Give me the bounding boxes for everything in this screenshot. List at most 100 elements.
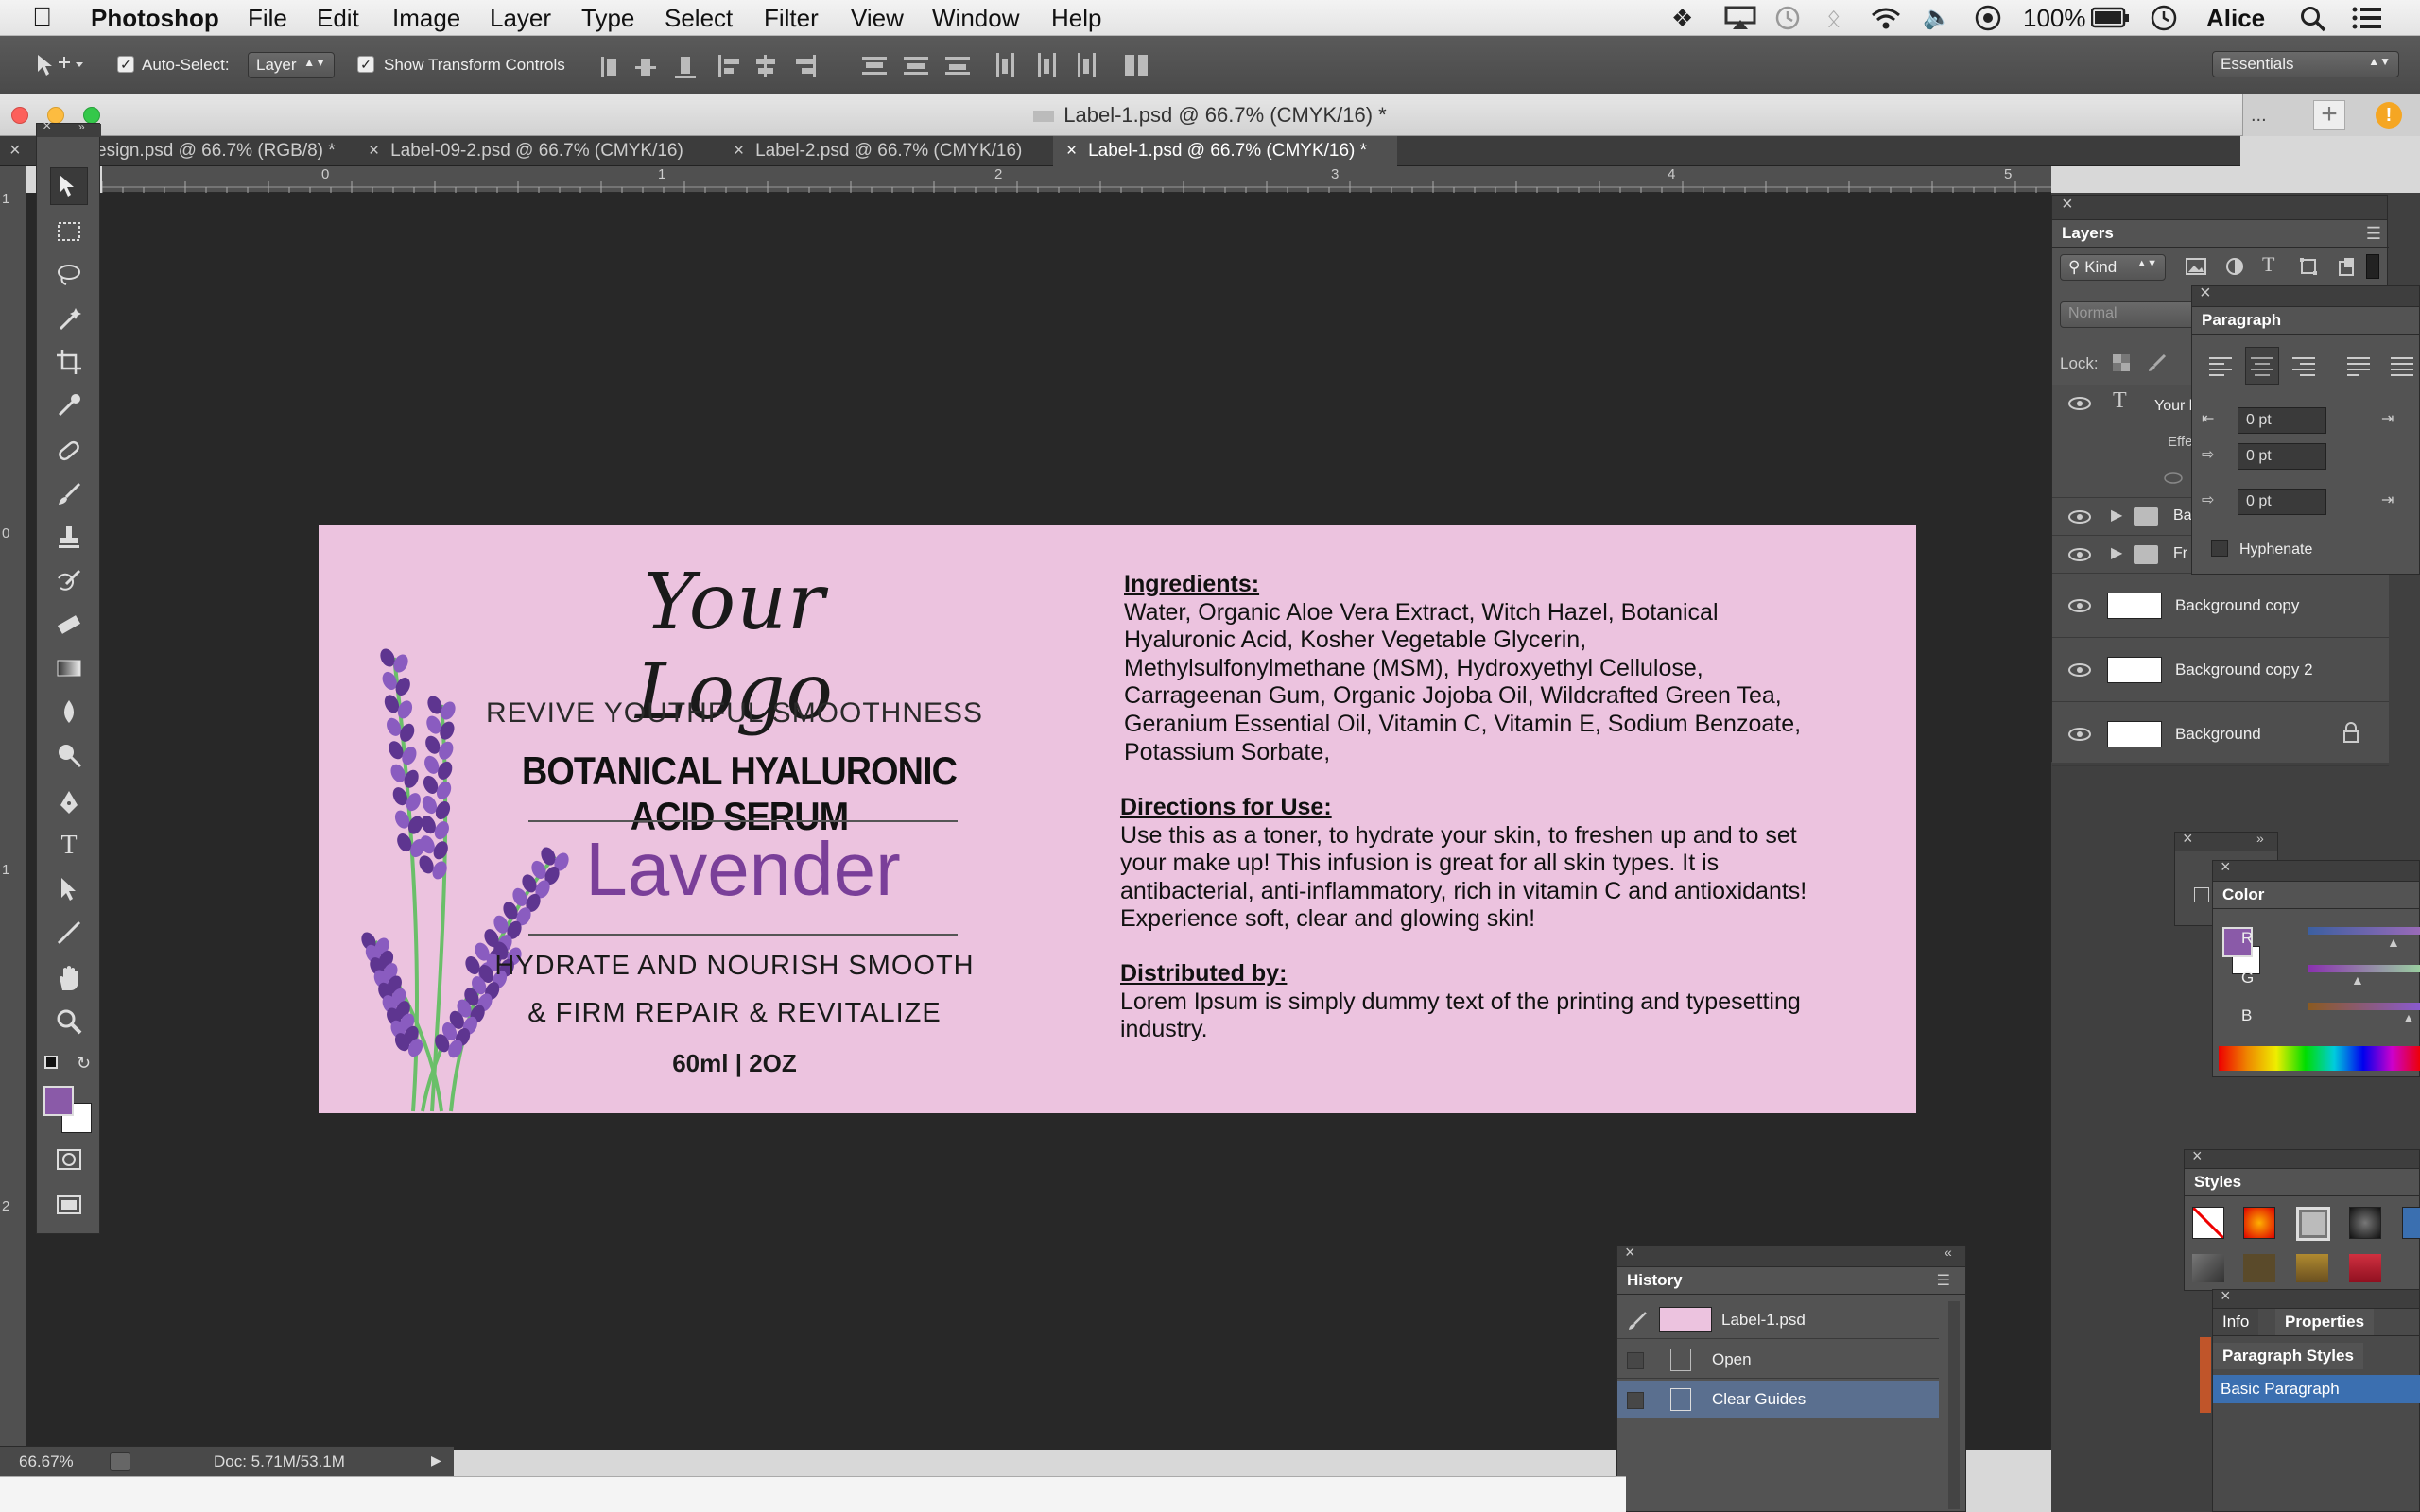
- visibility-eye-icon[interactable]: [2164, 470, 2183, 489]
- styles-tab[interactable]: Styles: [2185, 1169, 2252, 1195]
- style-swatch[interactable]: [2349, 1207, 2381, 1239]
- filter-image-icon[interactable]: [2185, 256, 2207, 282]
- history-item[interactable]: Open: [1617, 1341, 1939, 1379]
- color-tab[interactable]: Color: [2213, 882, 2274, 908]
- notification-center-icon[interactable]: [2352, 5, 2382, 38]
- spotlight-icon[interactable]: [2299, 5, 2327, 40]
- eraser-tool-icon[interactable]: [50, 606, 88, 644]
- history-tab[interactable]: History: [1617, 1267, 1692, 1294]
- close-icon[interactable]: ×: [1625, 1243, 1635, 1263]
- proof-icon[interactable]: [110, 1452, 130, 1471]
- auto-select-checkbox[interactable]: ✓: [117, 54, 134, 73]
- close-icon[interactable]: ×: [2221, 1286, 2231, 1306]
- tab-close-icon[interactable]: ×: [369, 141, 379, 161]
- blend-mode-dropdown[interactable]: Normal: [2060, 301, 2202, 328]
- layer-filter-dropdown[interactable]: ⚲ Kind ▲▼: [2060, 254, 2166, 281]
- hand-tool-icon[interactable]: [50, 959, 88, 997]
- history-snapshot-row[interactable]: Label-1.psd: [1617, 1301, 1939, 1339]
- zoom-window-button[interactable]: [83, 107, 100, 124]
- filter-smart-object-icon[interactable]: [2336, 256, 2357, 282]
- tab-label-1[interactable]: × Label-1.psd @ 66.7% (CMYK/16) *: [1053, 136, 1397, 166]
- style-swatch[interactable]: [2296, 1254, 2328, 1282]
- cloud-icon[interactable]: [1974, 4, 2002, 39]
- zoom-tool-icon[interactable]: [50, 1003, 88, 1040]
- color-spectrum-bar[interactable]: [2219, 1046, 2420, 1071]
- brush-tool-icon[interactable]: [50, 475, 88, 513]
- menu-help[interactable]: Help: [1051, 4, 1101, 33]
- app-name-menu[interactable]: Photoshop: [91, 4, 219, 33]
- collapse-icon[interactable]: »: [2256, 831, 2264, 846]
- wifi-icon[interactable]: [1870, 6, 1902, 37]
- menu-select[interactable]: Select: [665, 4, 733, 33]
- filter-toggle[interactable]: [2366, 254, 2379, 279]
- history-checkbox[interactable]: [1627, 1352, 1644, 1369]
- visibility-eye-icon[interactable]: [2067, 598, 2092, 618]
- move-tool-icon[interactable]: [50, 167, 88, 205]
- panel-menu-icon[interactable]: ☰: [2366, 224, 2381, 244]
- slider-handle-icon[interactable]: ▲: [2402, 1010, 2415, 1025]
- close-icon[interactable]: ×: [2062, 194, 2073, 215]
- dodge-tool-icon[interactable]: [50, 736, 88, 774]
- history-brush-icon[interactable]: [50, 562, 88, 600]
- style-swatch[interactable]: [2296, 1207, 2330, 1241]
- menu-edit[interactable]: Edit: [317, 4, 359, 33]
- pen-tool-icon[interactable]: [50, 783, 88, 821]
- type-tool-icon[interactable]: T: [50, 827, 88, 865]
- close-icon[interactable]: ×: [2221, 857, 2231, 877]
- menu-view[interactable]: View: [851, 4, 904, 33]
- style-swatch[interactable]: [2349, 1254, 2381, 1282]
- style-swatch[interactable]: [2402, 1207, 2420, 1239]
- layers-tab[interactable]: Layers: [2052, 220, 2123, 247]
- lasso-tool-icon[interactable]: [50, 256, 88, 294]
- close-window-button[interactable]: [11, 107, 28, 124]
- history-item-selected[interactable]: Clear Guides: [1617, 1381, 1939, 1418]
- tab-label-09-2[interactable]: × Label-09-2.psd @ 66.7% (CMYK/16): [355, 136, 717, 166]
- menu-file[interactable]: File: [248, 4, 287, 33]
- healing-brush-icon[interactable]: [50, 432, 88, 470]
- tab-esign[interactable]: esign.psd @ 66.7% (RGB/8) *: [83, 136, 350, 166]
- auto-select-dropdown[interactable]: Layer ▲▼: [248, 52, 335, 78]
- color-panel-icon[interactable]: [2194, 887, 2209, 902]
- layer-row[interactable]: Background: [2052, 702, 2389, 766]
- show-transform-checkbox[interactable]: ✓: [357, 54, 374, 73]
- move-tool-preset-icon[interactable]: [32, 51, 85, 84]
- space-before-input[interactable]: 0 pt: [2238, 489, 2326, 515]
- screen-mode-icon[interactable]: [50, 1186, 88, 1224]
- paragraph-tab[interactable]: Paragraph: [2192, 307, 2291, 334]
- tab-close-icon[interactable]: ×: [734, 141, 744, 161]
- dropbox-icon[interactable]: ❖: [1671, 4, 1693, 33]
- lock-pixels-icon[interactable]: [2147, 352, 2168, 378]
- layer-row[interactable]: Background copy 2: [2052, 638, 2389, 702]
- slider-handle-icon[interactable]: ▲: [2351, 972, 2364, 988]
- channel-b-slider[interactable]: [2308, 1003, 2420, 1010]
- menu-type[interactable]: Type: [581, 4, 634, 33]
- foreground-color-swatch[interactable]: [43, 1086, 74, 1116]
- workspace-switcher[interactable]: Essentials ▲▼: [2212, 51, 2399, 77]
- filter-adjustment-icon[interactable]: [2224, 256, 2245, 282]
- paragraph-style-item[interactable]: Basic Paragraph: [2213, 1375, 2420, 1403]
- paragraph-styles-tab[interactable]: Paragraph Styles: [2213, 1343, 2363, 1369]
- close-icon[interactable]: ×: [2183, 829, 2193, 849]
- clock-icon[interactable]: [2150, 4, 2178, 39]
- tab-label-2[interactable]: × Label-2.psd @ 66.7% (CMYK/16): [720, 136, 1051, 166]
- user-name[interactable]: Alice: [2206, 4, 2265, 33]
- info-tab[interactable]: Info: [2213, 1309, 2259, 1335]
- visibility-eye-icon[interactable]: [2067, 509, 2092, 529]
- magic-wand-icon[interactable]: [50, 300, 88, 337]
- eyedropper-icon[interactable]: [50, 387, 88, 424]
- expand-arrow-icon[interactable]: ▶: [2111, 543, 2122, 562]
- volume-icon[interactable]: 🔈: [1923, 4, 1951, 31]
- collapse-icon[interactable]: »: [78, 120, 85, 133]
- visibility-eye-icon[interactable]: [2067, 547, 2092, 567]
- indent-left-input[interactable]: 0 pt: [2238, 407, 2326, 434]
- filter-type-icon[interactable]: T: [2262, 252, 2274, 277]
- menu-filter[interactable]: Filter: [764, 4, 819, 33]
- zoom-level[interactable]: 66.67%: [19, 1452, 74, 1471]
- style-none-swatch[interactable]: [2192, 1207, 2224, 1239]
- history-scrollbar[interactable]: [1948, 1301, 1960, 1509]
- close-tabs-icon[interactable]: ×: [9, 140, 21, 162]
- tab-close-icon[interactable]: ×: [1066, 141, 1077, 161]
- airplay-icon[interactable]: [1724, 6, 1756, 37]
- style-swatch[interactable]: [2192, 1254, 2224, 1282]
- channel-r-slider[interactable]: [2308, 927, 2420, 935]
